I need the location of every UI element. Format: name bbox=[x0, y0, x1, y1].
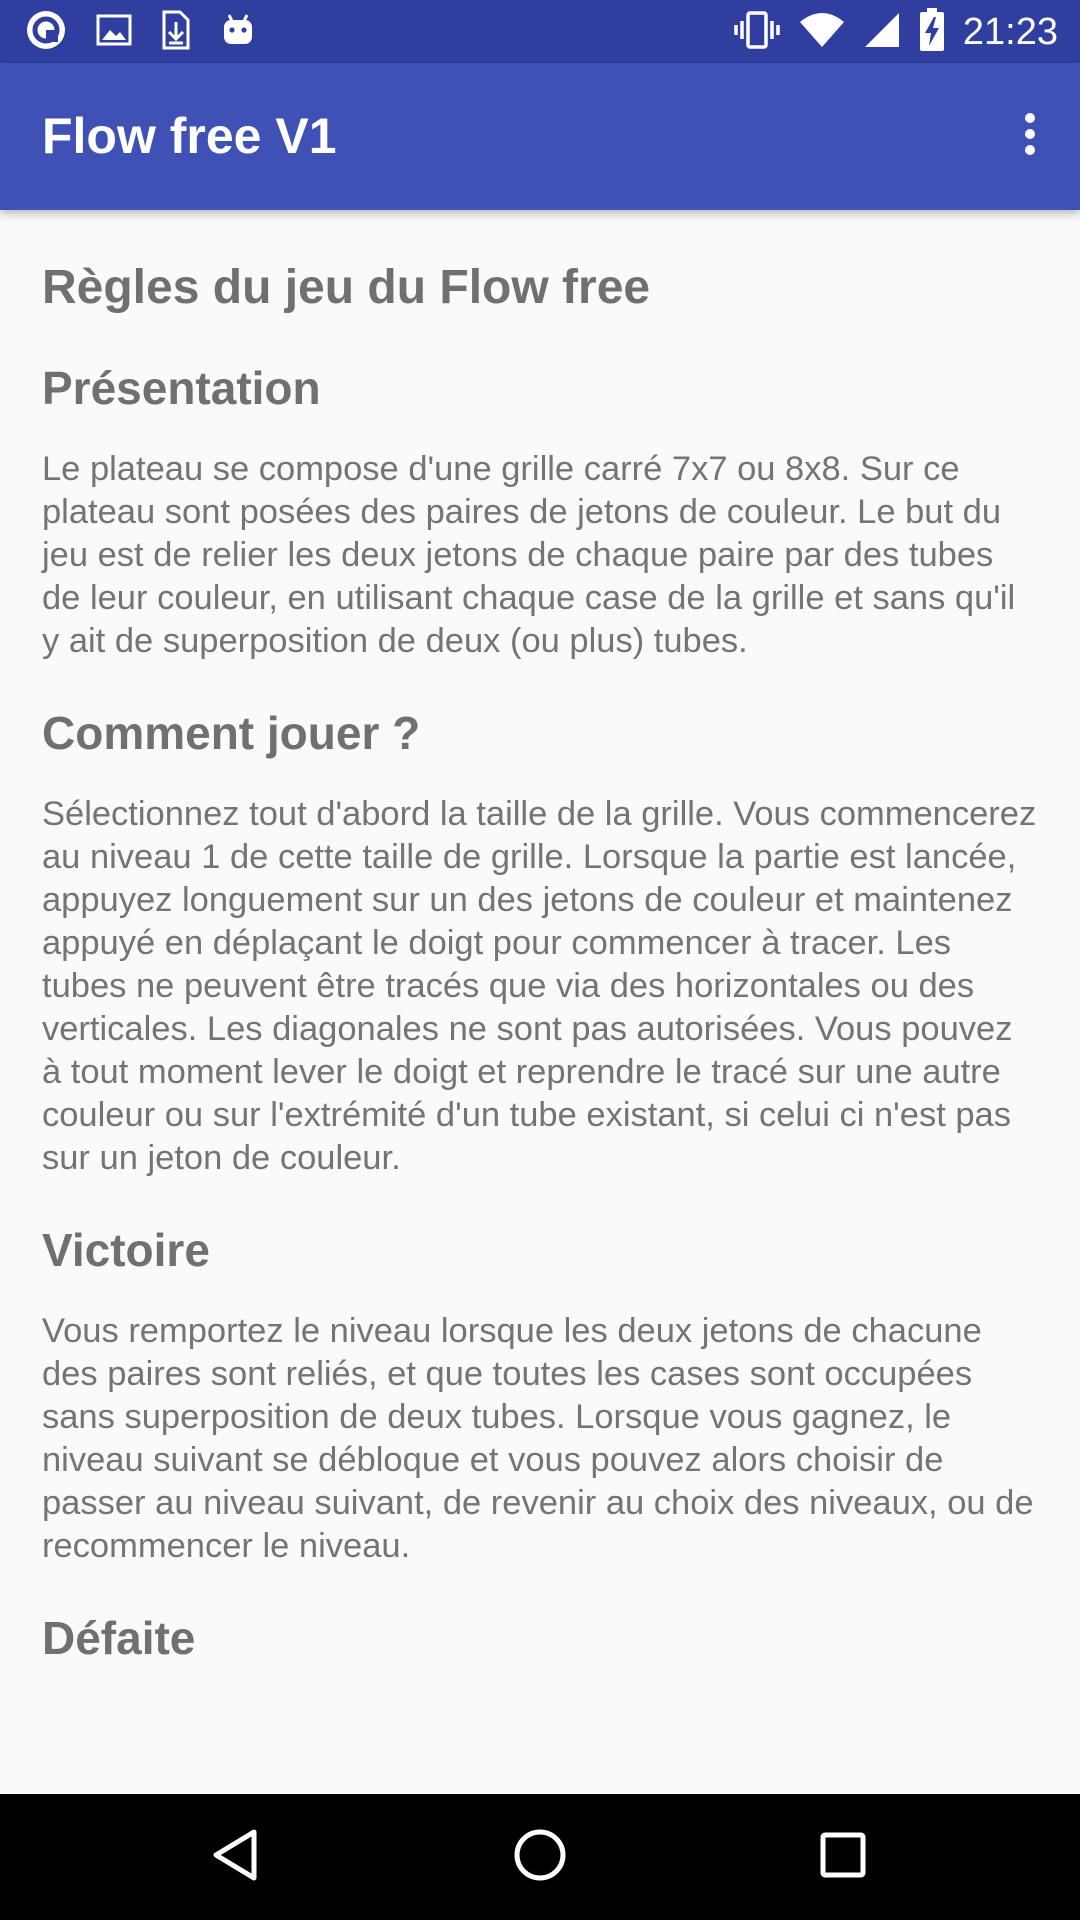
back-icon bbox=[210, 1828, 260, 1887]
rules-content[interactable]: Règles du jeu du Flow free Présentation … bbox=[42, 210, 1038, 1668]
navigation-bar bbox=[0, 1794, 1080, 1920]
signal-icon bbox=[863, 11, 901, 54]
recents-button[interactable] bbox=[810, 1824, 876, 1890]
vibrate-icon bbox=[733, 10, 781, 55]
download-icon bbox=[160, 10, 192, 55]
status-system-icons: 21:23 bbox=[733, 7, 1058, 57]
android-icon bbox=[220, 12, 256, 53]
status-time: 21:23 bbox=[962, 10, 1058, 53]
wifi-icon bbox=[799, 12, 845, 53]
recents-icon bbox=[818, 1830, 868, 1885]
section-body-comment-jouer: Sélectionnez tout d'abord la taille de l… bbox=[42, 795, 1037, 1177]
battery-charging-icon bbox=[919, 7, 945, 57]
section-heading-presentation: Présentation bbox=[42, 362, 321, 414]
section-heading-victoire: Victoire bbox=[42, 1224, 210, 1276]
overflow-menu-button[interactable] bbox=[1000, 101, 1060, 171]
status-bar: 21:23 bbox=[0, 0, 1080, 63]
section-heading-comment-jouer: Comment jouer ? bbox=[42, 707, 421, 759]
status-notification-icons bbox=[24, 10, 256, 54]
page-title: Règles du jeu du Flow free bbox=[42, 261, 651, 314]
home-icon bbox=[512, 1827, 568, 1888]
image-icon bbox=[96, 12, 132, 53]
section-body-victoire: Vous remportez le niveau lorsque les deu… bbox=[42, 1312, 1034, 1565]
app-bar: Flow free V1 bbox=[0, 63, 1080, 210]
back-button[interactable] bbox=[202, 1824, 268, 1890]
section-body-presentation: Le plateau se compose d'une grille carré… bbox=[42, 450, 1016, 660]
sync-icon bbox=[24, 8, 68, 57]
app-title: Flow free V1 bbox=[42, 108, 337, 164]
more-vert-icon bbox=[1022, 112, 1038, 161]
section-heading-defaite: Défaite bbox=[42, 1612, 196, 1664]
home-button[interactable] bbox=[507, 1824, 573, 1890]
